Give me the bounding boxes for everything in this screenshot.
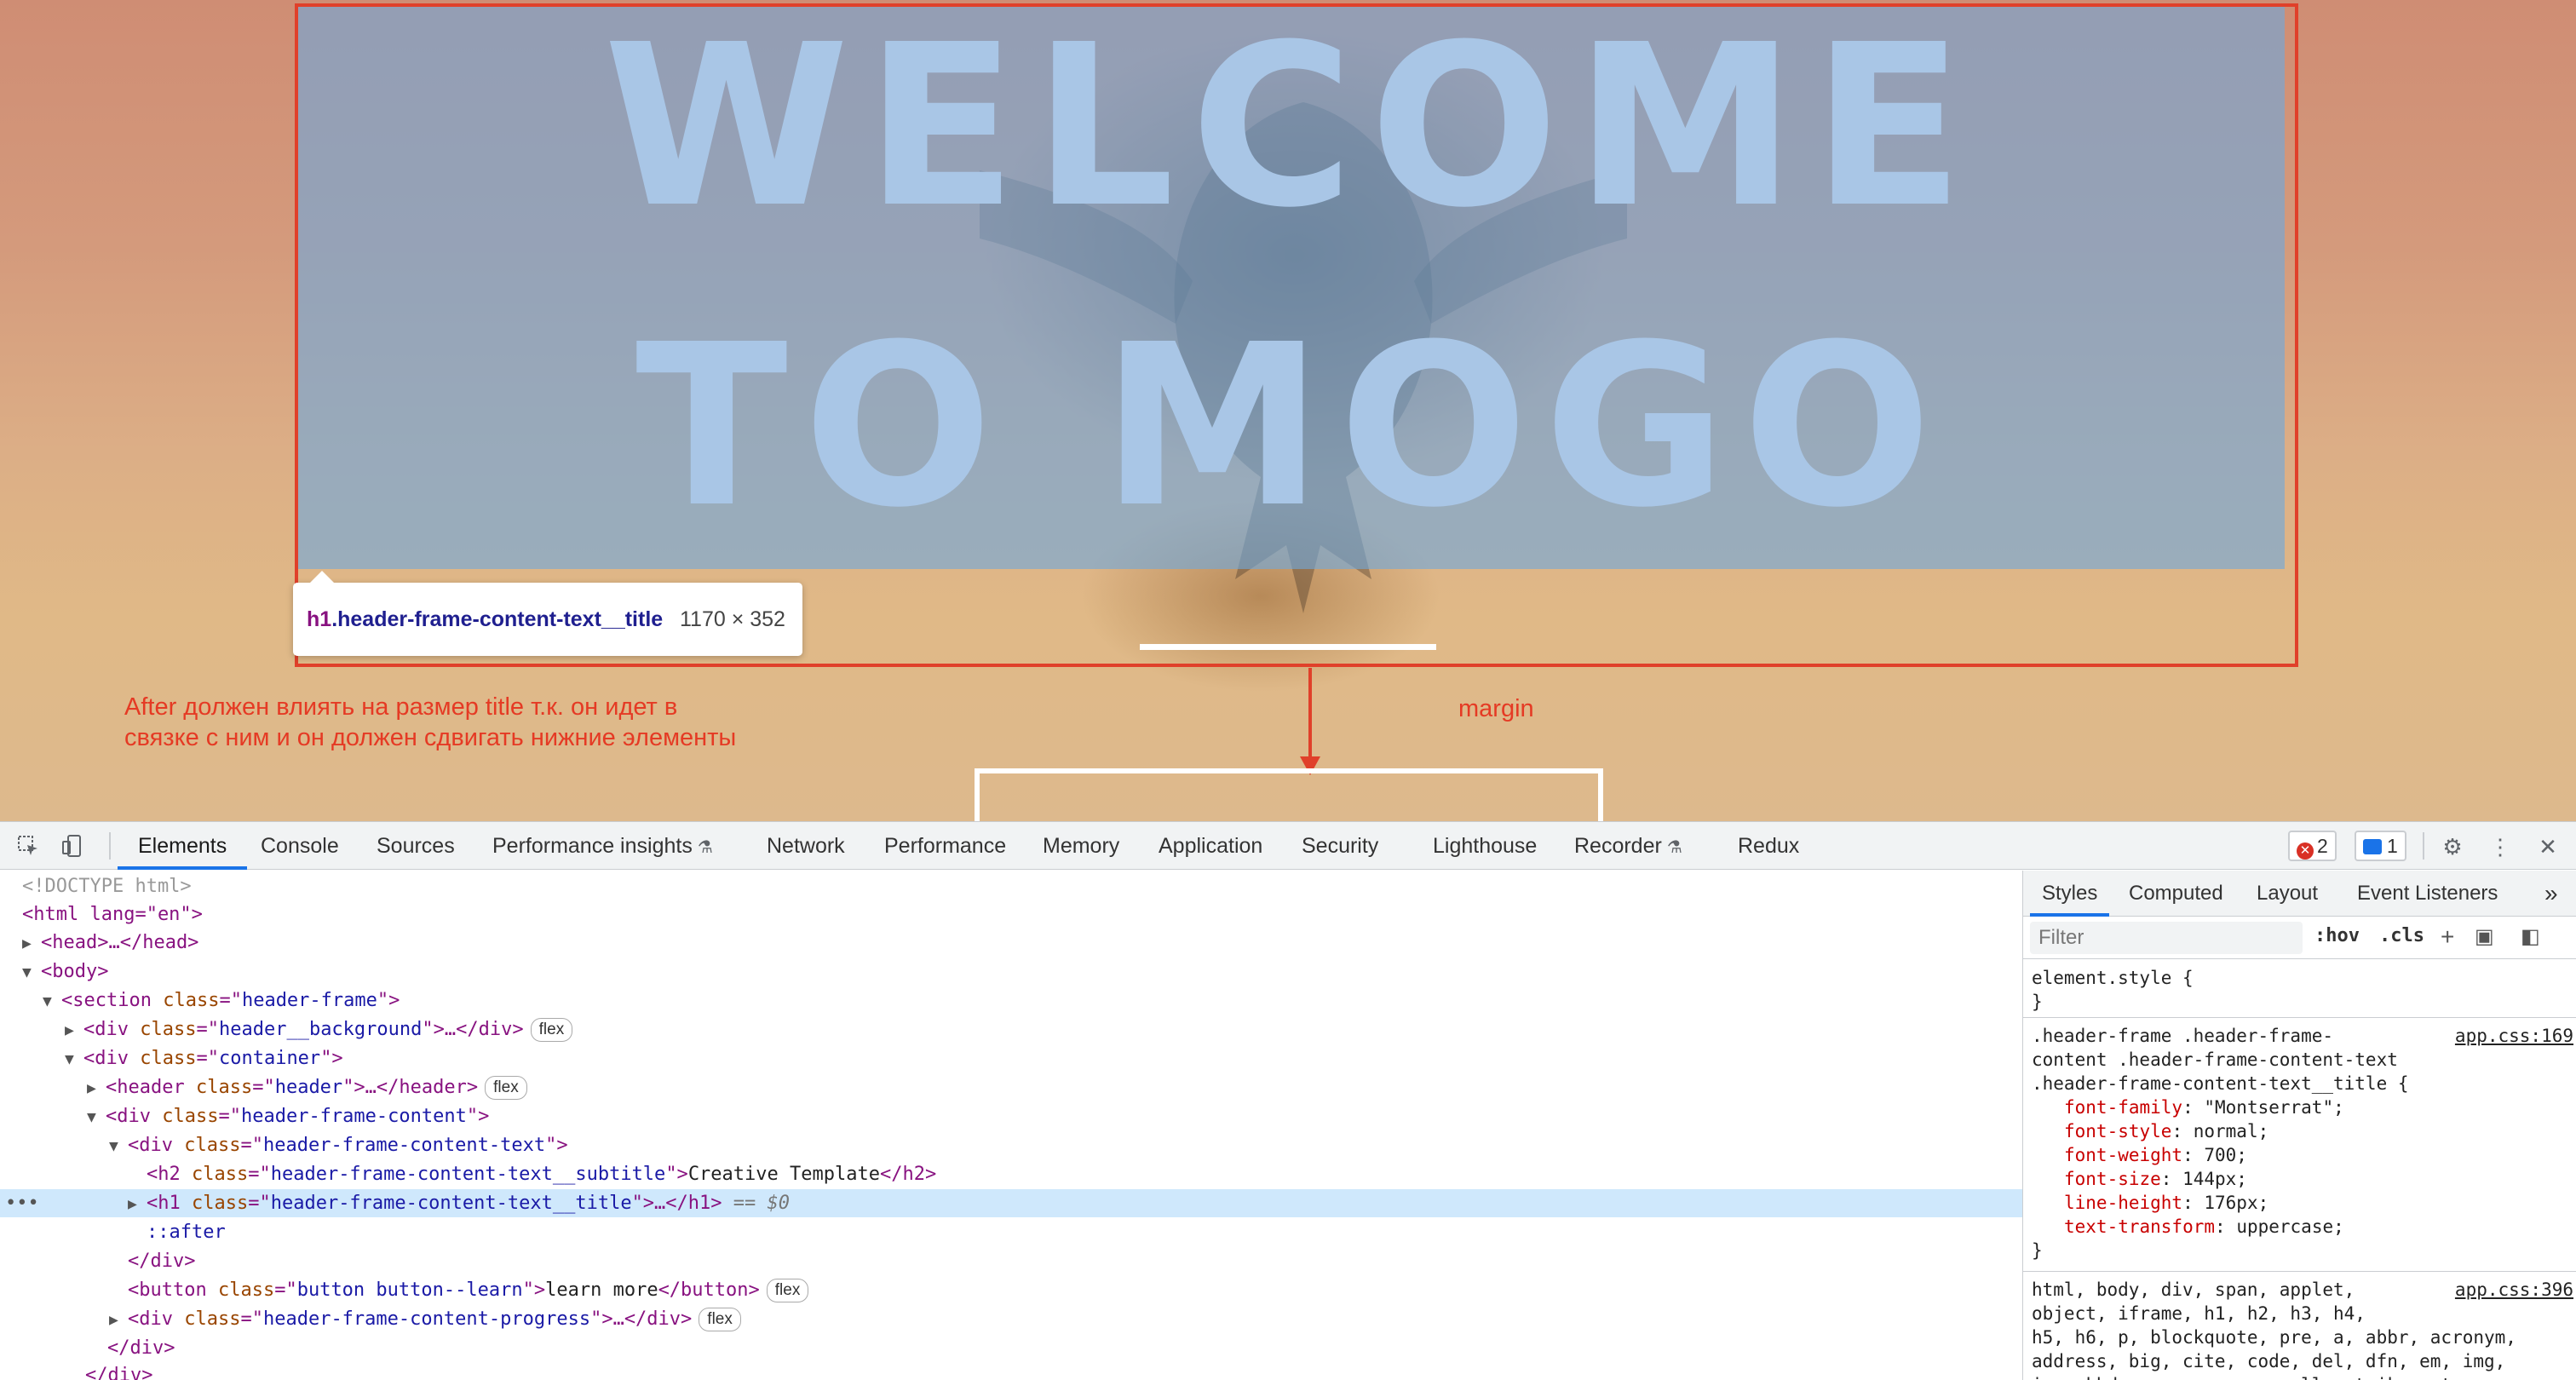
dom-node-background[interactable]: ▶ <div class="header__background">…</div>… <box>0 1015 2022 1044</box>
message-icon <box>2363 839 2382 854</box>
close-icon[interactable]: ✕ <box>2535 834 2561 860</box>
device-toggle-icon[interactable] <box>60 834 85 860</box>
dom-node-frame-content[interactable]: ▼ <div class="header-frame-content"> <box>0 1102 2022 1130</box>
dom-tree: <!DOCTYPE html> <html lang="en"> ▶ <head>… <box>0 871 2022 1380</box>
add-rule-icon[interactable]: + <box>2441 923 2454 951</box>
dom-node-header[interactable]: ▶ <header class="header">…</header> flex <box>0 1073 2022 1101</box>
title-css-rule: app.css:169 .header-frame .header-frame-… <box>2023 1024 2576 1262</box>
styles-filter-input[interactable]: Filter <box>2030 922 2303 954</box>
tab-computed[interactable]: Computed <box>2129 871 2223 917</box>
css-declaration[interactable]: font-family: "Montserrat"; <box>2032 1095 2576 1119</box>
flex-badge[interactable]: flex <box>766 1279 809 1302</box>
kebab-menu-icon[interactable]: ⋮ <box>2487 834 2513 860</box>
h1-annotation-box <box>295 3 2298 667</box>
styles-pane: Styles Computed Layout Event Listeners »… <box>2022 871 2576 1380</box>
toolbar-separator <box>109 832 111 860</box>
gear-icon[interactable]: ⚙ <box>2440 834 2465 860</box>
rule-separator <box>2023 1271 2576 1272</box>
collapse-arrow-icon[interactable]: ▼ <box>109 1132 128 1160</box>
tab-security[interactable]: Security <box>1302 822 1378 870</box>
dom-node-close-div[interactable]: </div> <box>0 1247 2022 1275</box>
annotation-note: After должен влиять на размер title т.к.… <box>124 693 737 751</box>
cls-button[interactable]: .cls <box>2379 925 2424 946</box>
dom-node-after[interactable]: ::after <box>0 1218 2022 1246</box>
dom-node-doctype[interactable]: <!DOCTYPE html> <box>0 872 2022 900</box>
tab-network[interactable]: Network <box>767 822 845 870</box>
css-declaration[interactable]: text-transform: uppercase; <box>2032 1215 2576 1239</box>
dom-node-progress[interactable]: ▶ <div class="header-frame-content-progre… <box>0 1305 2022 1333</box>
dom-node-html[interactable]: <html lang="en"> <box>0 900 2022 929</box>
tab-layout[interactable]: Layout <box>2257 871 2318 917</box>
tab-elements[interactable]: Elements <box>117 822 248 870</box>
styles-tabs: Styles Computed Layout Event Listeners » <box>2023 871 2576 917</box>
tab-performance[interactable]: Performance <box>884 822 1006 870</box>
expand-arrow-icon[interactable]: ▶ <box>65 1016 83 1044</box>
dom-node-content-text[interactable]: ▼ <div class="header-frame-content-text"> <box>0 1131 2022 1159</box>
dom-node-body[interactable]: ▼ <body> <box>0 957 2022 986</box>
tab-lighthouse[interactable]: Lighthouse <box>1433 822 1537 870</box>
reset-css-rule: app.css:396 html, body, div, span, apple… <box>2032 1278 2573 1380</box>
rule-source-link[interactable]: app.css:396 <box>2455 1278 2573 1302</box>
expand-arrow-icon[interactable]: ▶ <box>22 929 41 957</box>
devtools-toolbar: Elements Console Sources Performance ins… <box>0 822 2576 870</box>
css-declaration[interactable]: line-height: 176px; <box>2032 1191 2576 1215</box>
element-style-rule: element.style { } <box>2032 968 2194 1012</box>
flex-badge[interactable]: flex <box>530 1018 573 1042</box>
dom-node-h2[interactable]: <h2 class="header-frame-content-text__su… <box>0 1160 2022 1188</box>
more-dots-icon[interactable]: ••• <box>5 1189 39 1217</box>
inspect-tooltip: h1.header-frame-content-text__title 1170… <box>293 571 802 656</box>
tab-performance-insights[interactable]: Performance insights ⚗ <box>492 822 713 870</box>
tab-redux[interactable]: Redux <box>1738 822 1799 870</box>
dom-node-button[interactable]: <button class="button button--learn">lea… <box>0 1276 2022 1304</box>
annotation-margin-label: margin <box>1458 695 1534 722</box>
flask-icon: ⚗ <box>1666 838 1682 857</box>
dom-node-section[interactable]: ▼ <section class="header-frame"> <box>0 986 2022 1015</box>
tab-console[interactable]: Console <box>261 822 339 870</box>
dom-node-head[interactable]: ▶ <head>…</head> <box>0 929 2022 957</box>
tab-memory[interactable]: Memory <box>1043 822 1119 870</box>
flask-icon: ⚗ <box>697 838 713 857</box>
sidebar-toggle-icon[interactable]: ◧ <box>2521 923 2540 951</box>
css-declaration[interactable]: font-size: 144px; <box>2032 1167 2576 1191</box>
messages-badge[interactable]: 1 <box>2355 831 2406 861</box>
dom-node-container[interactable]: ▼ <div class="container"> <box>0 1044 2022 1072</box>
collapse-arrow-icon[interactable]: ▼ <box>22 958 41 986</box>
flex-badge[interactable]: flex <box>699 1308 741 1331</box>
annotation-arrow <box>1308 668 1312 760</box>
dom-node-close-div[interactable]: </div> <box>0 1334 2022 1362</box>
error-icon: ✕ <box>2297 842 2314 860</box>
toolbar-separator <box>2423 832 2424 860</box>
styles-filter-row: Filter :hov .cls + ▣ ◧ <box>2023 917 2576 959</box>
tooltip-size: 1170 × 352 <box>680 607 785 631</box>
paint-icon[interactable]: ▣ <box>2475 923 2494 951</box>
tab-application[interactable]: Application <box>1159 822 1262 870</box>
learn-more-button-outline[interactable] <box>975 768 1603 821</box>
tab-event-listeners[interactable]: Event Listeners <box>2357 871 2498 917</box>
css-declaration[interactable]: font-style: normal; <box>2032 1119 2576 1143</box>
hov-button[interactable]: :hov <box>2314 925 2360 946</box>
devtools-panel: Elements Console Sources Performance ins… <box>0 821 2576 1380</box>
css-declaration[interactable]: font-weight: 700; <box>2032 1143 2576 1167</box>
collapse-arrow-icon[interactable]: ▼ <box>87 1103 106 1131</box>
expand-arrow-icon[interactable]: ▶ <box>128 1190 147 1218</box>
collapse-arrow-icon[interactable]: ▼ <box>65 1045 83 1073</box>
tab-styles[interactable]: Styles <box>2029 871 2110 917</box>
dom-node-h1-selected[interactable]: ••• ▶ <h1 class="header-frame-content-text… <box>0 1189 2022 1217</box>
flex-badge[interactable]: flex <box>485 1076 527 1100</box>
errors-badge[interactable]: ✕ 2 <box>2288 831 2337 861</box>
tab-sources[interactable]: Sources <box>377 822 455 870</box>
dom-node-close-div[interactable]: </div> <box>0 1361 2022 1380</box>
inspect-icon[interactable] <box>15 834 41 860</box>
tooltip-selector: h1.header-frame-content-text__title <box>307 607 664 631</box>
more-tabs-icon[interactable]: » <box>2544 871 2558 917</box>
tab-recorder[interactable]: Recorder ⚗ <box>1574 822 1682 870</box>
rule-source-link[interactable]: app.css:169 <box>2455 1024 2573 1048</box>
page-viewport: WELCOME TO MOGO h1.header-frame-content-… <box>0 0 2576 821</box>
after-pseudo-line <box>1140 644 1436 650</box>
collapse-arrow-icon[interactable]: ▼ <box>43 987 61 1015</box>
expand-arrow-icon[interactable]: ▶ <box>87 1074 106 1102</box>
rule-separator <box>2023 1017 2576 1018</box>
expand-arrow-icon[interactable]: ▶ <box>109 1306 128 1334</box>
